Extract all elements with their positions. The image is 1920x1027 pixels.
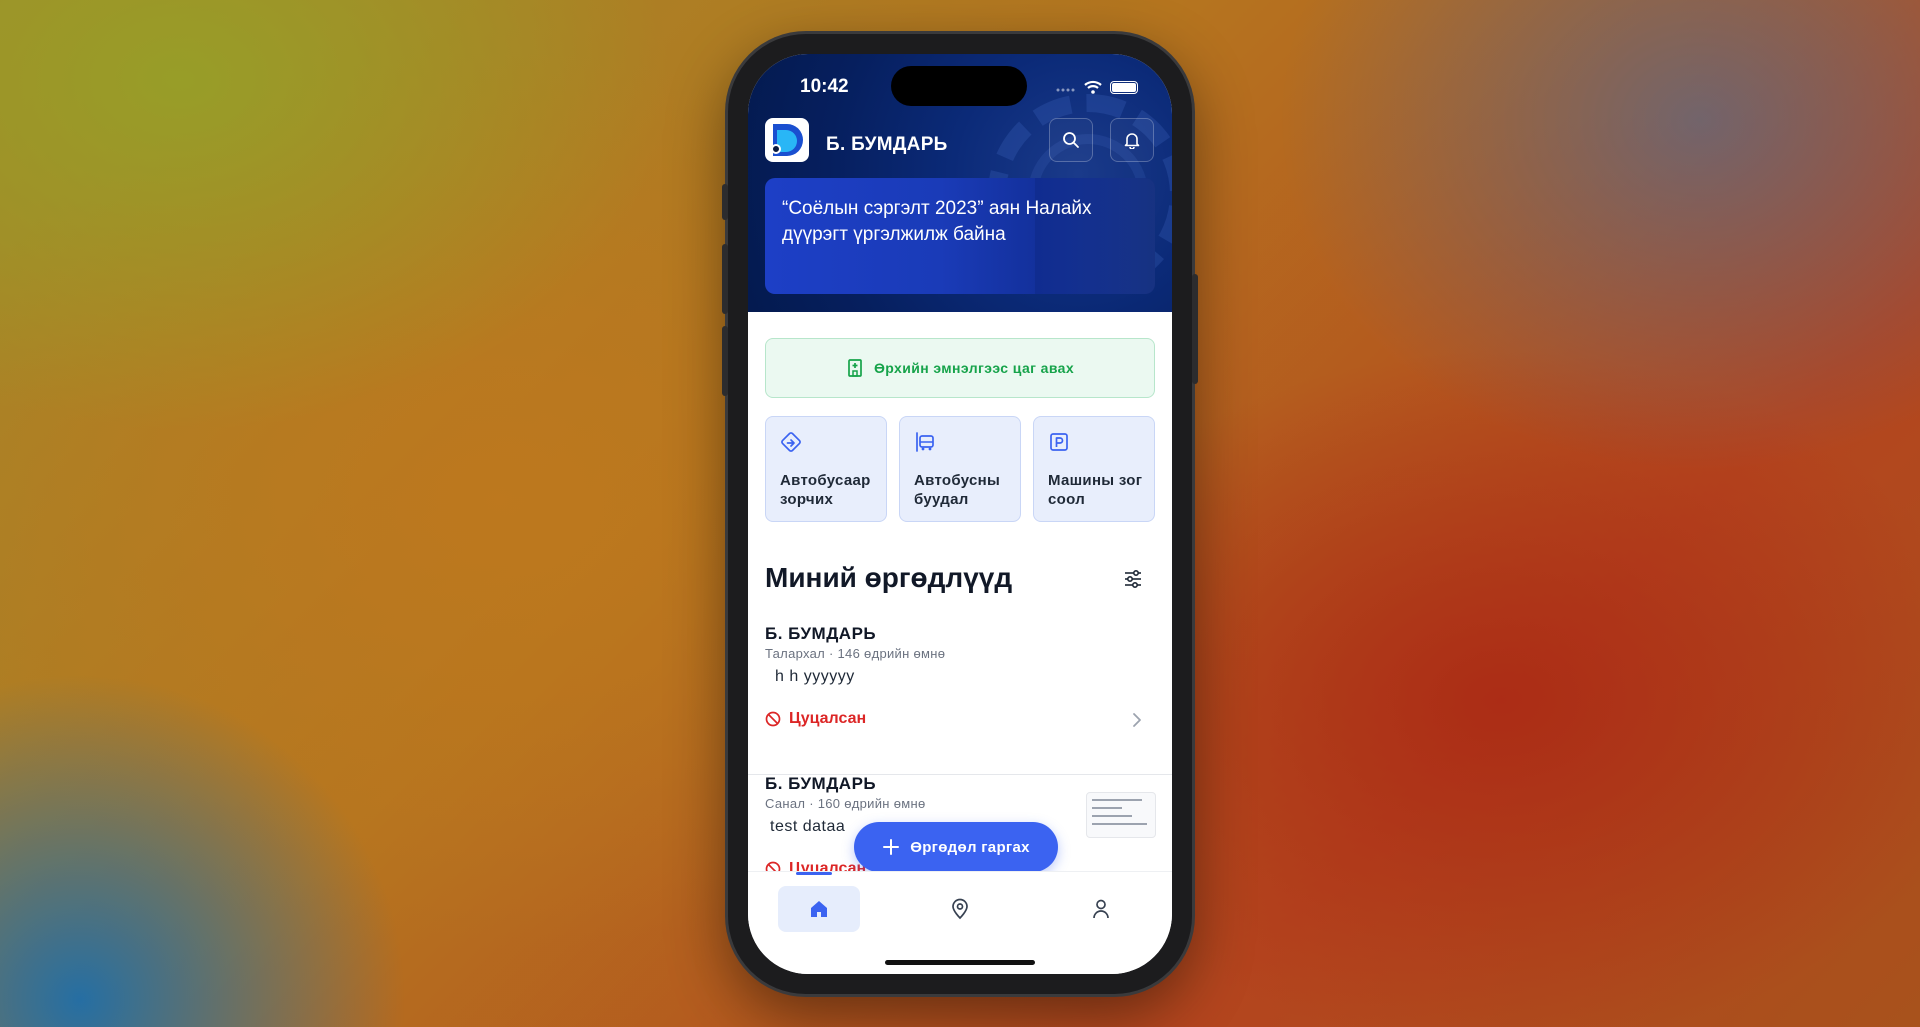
bell-icon: [1124, 133, 1140, 149]
dynamic-island: [891, 66, 1027, 106]
tile-label: Автобусаар зорчих: [780, 472, 871, 508]
tile-parking[interactable]: Машины зогсоол: [1033, 416, 1155, 522]
home-icon: [811, 901, 827, 917]
application-body: h h yyyyyy: [775, 668, 855, 685]
news-banner[interactable]: “Соёлын сэргэлт 2023” аян Налайх дүүрэгт…: [765, 178, 1155, 294]
phone-frame: 10:42 Б. БУМДАРЬ “Соёлын сэргэлт 2023” а…: [722, 34, 1198, 994]
application-meta: Санал · 160 өдрийн өмнө: [765, 796, 925, 811]
create-application-label: Өргөдөл гаргах: [910, 838, 1030, 856]
parking-icon: [1050, 433, 1068, 451]
clinic-appointment-label: Өрхийн эмнэлгээс цаг авах: [873, 360, 1075, 376]
section-title: Миний өргөдлүүд: [765, 562, 1013, 593]
search-icon: [1063, 132, 1079, 148]
wifi-icon: [1084, 80, 1102, 94]
cellular-icon: [1056, 88, 1075, 92]
battery-icon: [1110, 80, 1138, 94]
create-application-button[interactable]: Өргөдөл гаргах: [854, 822, 1058, 872]
application-time: 160 өдрийн өмнө: [817, 796, 926, 811]
volume-down-button: [722, 326, 728, 396]
chevron-right-icon: [1133, 713, 1141, 727]
tile-bus-travel[interactable]: Автобусаар зорчих: [765, 416, 887, 522]
status-time: 10:42: [800, 76, 849, 97]
tile-label: Машины зогсоол: [1048, 472, 1143, 508]
tab-profile[interactable]: [1086, 894, 1116, 924]
tile-bus-stop[interactable]: Автобусны буудал: [899, 416, 1021, 522]
hospital-icon: [848, 359, 862, 377]
tab-map[interactable]: [945, 894, 975, 924]
power-button: [1192, 274, 1198, 384]
meta-separator: ·: [828, 646, 838, 661]
status-badge: Цуцалсан: [765, 710, 866, 728]
bottom-tab-bar: [748, 871, 1172, 974]
meta-separator: ·: [809, 796, 818, 811]
clinic-appointment-button[interactable]: Өрхийн эмнэлгээс цаг авах: [765, 338, 1155, 398]
applicant-name: Б. БУМДАРЬ: [765, 624, 877, 643]
filter-sliders-icon: [1125, 569, 1141, 589]
tile-label: Автобусны буудал: [914, 472, 1001, 508]
attachment-thumbnail: [1086, 792, 1156, 838]
volume-up-button: [722, 244, 728, 314]
application-category: Санал: [765, 796, 806, 811]
tab-home[interactable]: [804, 894, 834, 924]
app-logo[interactable]: [765, 118, 809, 162]
applicant-name: Б. БУМДАРЬ: [765, 774, 877, 793]
filter-button[interactable]: [1118, 564, 1148, 594]
application-body: test dataa: [770, 818, 846, 835]
notifications-button[interactable]: [1110, 118, 1154, 162]
status-icons: [1056, 80, 1138, 94]
app-screen: 10:42 Б. БУМДАРЬ “Соёлын сэргэлт 2023” а…: [748, 54, 1172, 974]
user-name: Б. БУМДАРЬ: [826, 134, 948, 155]
status-label: Цуцалсан: [789, 710, 867, 727]
route-icon: [781, 432, 801, 452]
application-meta: Талархал · 146 өдрийн өмнө: [765, 646, 945, 661]
cancelled-icon: [765, 711, 781, 727]
plus-icon: [883, 839, 900, 855]
map-pin-icon: [952, 898, 968, 920]
application-category: Талархал: [765, 646, 826, 661]
active-tab-indicator: [796, 872, 832, 875]
banner-text: “Соёлын сэргэлт 2023” аян Налайх дүүрэгт…: [782, 198, 1092, 245]
search-button[interactable]: [1049, 118, 1093, 162]
action-button: [722, 184, 728, 220]
home-indicator: [885, 960, 1035, 965]
user-icon: [1093, 899, 1109, 919]
application-time: 146 өдрийн өмнө: [837, 646, 946, 661]
bus-stop-icon: [916, 432, 934, 452]
app-header: 10:42 Б. БУМДАРЬ “Соёлын сэргэлт 2023” а…: [748, 54, 1172, 312]
